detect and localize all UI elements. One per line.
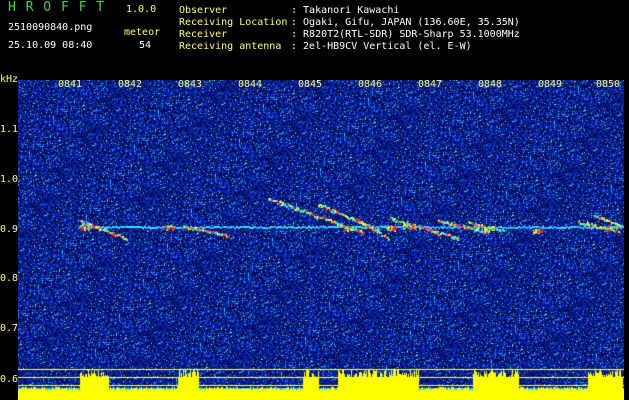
date-time: 25.10.09 08:40 — [8, 40, 93, 51]
x-tick-0845: 0845 — [298, 79, 323, 90]
y-tick-1.0: 1.0 — [0, 174, 19, 185]
spectrogram — [18, 80, 624, 400]
info-value-location: : Ogaki, Gifu, JAPAN (136.60E, 35.35N) — [291, 17, 520, 28]
meteor-count-value: 54 — [139, 40, 152, 51]
x-tick-0850: 0850 — [596, 79, 621, 90]
info-label-location: Receiving Location — [179, 17, 288, 28]
y-tick-0.8: 0.8 — [0, 273, 19, 284]
info-value-receiver: : R820T2(RTL-SDR) SDR-Sharp 53.1000MHz — [291, 29, 520, 40]
x-tick-0848: 0848 — [478, 79, 503, 90]
app-version: 1.0.0 — [126, 4, 157, 15]
y-tick-0.7: 0.7 — [0, 323, 19, 334]
x-tick-0849: 0849 — [538, 79, 563, 90]
info-label-receiver: Receiver — [179, 29, 228, 40]
info-value-observer: : Takanori Kawachi — [291, 5, 400, 16]
meteor-count-label: meteor — [124, 27, 161, 38]
x-tick-0844: 0844 — [238, 79, 263, 90]
info-label-observer: Observer — [179, 5, 228, 16]
info-value-antenna: : 2el-HB9CV Vertical (el. E-W) — [291, 41, 472, 52]
app-title: H R O F F T — [8, 0, 106, 15]
x-tick-0843: 0843 — [178, 79, 203, 90]
x-tick-0846: 0846 — [358, 79, 383, 90]
y-tick-0.9: 0.9 — [0, 224, 19, 235]
x-tick-0842: 0842 — [118, 79, 143, 90]
file-name: 2510090840.png — [8, 22, 93, 33]
y-tick-1.1: 1.1 — [0, 124, 19, 135]
info-label-antenna: Receiving antenna — [179, 41, 282, 52]
y-tick-0.6: 0.6 — [0, 374, 19, 385]
x-tick-0847: 0847 — [418, 79, 443, 90]
frequency-unit-label: kHz — [0, 74, 19, 85]
x-tick-0841: 0841 — [58, 79, 83, 90]
